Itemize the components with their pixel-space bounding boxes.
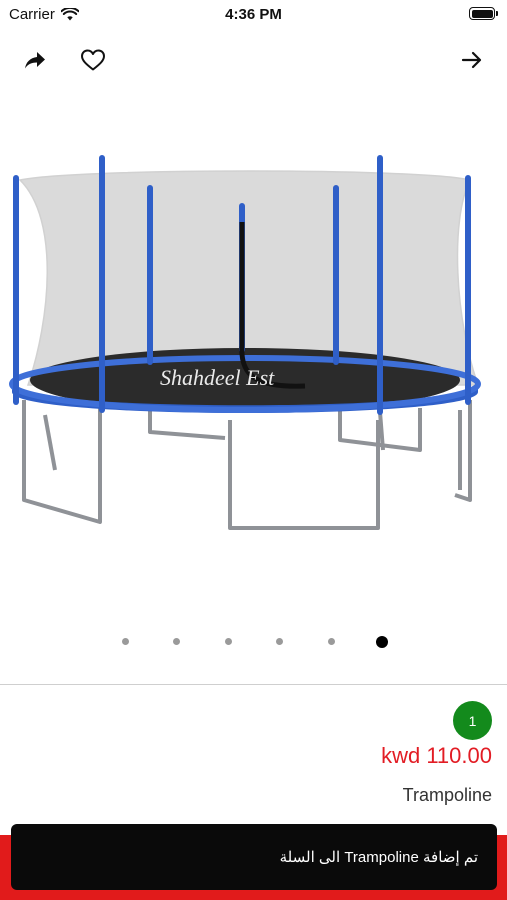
page-dot-6-active[interactable] — [376, 636, 388, 648]
product-name: Trampoline — [402, 785, 492, 805]
arrow-right-icon — [461, 51, 482, 69]
favorite-button[interactable] — [75, 42, 111, 78]
section-divider — [0, 684, 507, 685]
page-dot-2[interactable] — [173, 638, 180, 645]
wifi-icon — [60, 8, 79, 21]
top-nav — [0, 40, 507, 80]
battery-icon — [469, 7, 498, 20]
page-dot-5[interactable] — [328, 638, 335, 645]
product-image[interactable]: Shahdeel Est — [0, 140, 507, 550]
toast-message: تم إضافة Trampoline الى السلة — [279, 849, 478, 866]
cart-count-badge[interactable]: 1 — [453, 701, 492, 740]
page-dot-3[interactable] — [225, 638, 232, 645]
product-image-gallery[interactable]: Shahdeel Est — [0, 140, 507, 550]
gallery-page-indicator — [0, 634, 507, 650]
toast-notification: تم إضافة Trampoline الى السلة — [11, 824, 497, 890]
image-watermark: Shahdeel Est — [160, 365, 275, 390]
page-dot-4[interactable] — [276, 638, 283, 645]
carrier-label: Carrier — [9, 6, 55, 23]
trampoline-legs — [22, 400, 472, 530]
product-price: kwd 110.00 — [381, 743, 492, 768]
share-button[interactable] — [17, 42, 53, 78]
heart-outline-icon — [81, 49, 105, 71]
forward-button[interactable] — [454, 42, 490, 78]
carrier-info: Carrier — [9, 6, 79, 23]
page-dot-1[interactable] — [122, 638, 129, 645]
share-arrow-icon — [25, 52, 45, 69]
status-bar: Carrier 4:36 PM — [0, 0, 507, 30]
